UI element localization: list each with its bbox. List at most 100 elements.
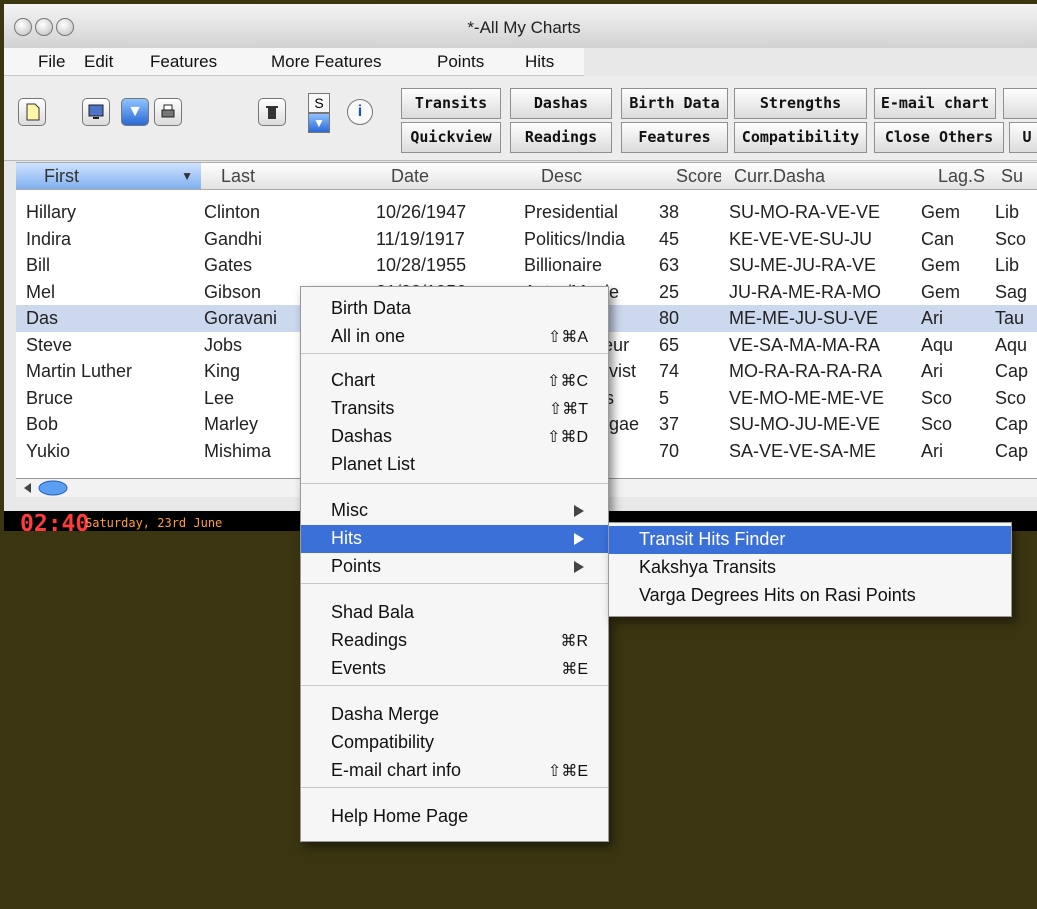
menu-item-chart[interactable]: Chart ⇧⌘C [301, 367, 608, 395]
column-header-first[interactable]: First ▼ [16, 163, 201, 189]
table-cell: Sco [921, 387, 953, 408]
menu-file[interactable]: File [38, 52, 65, 72]
table-cell: 70 [659, 440, 680, 461]
context-menu: Birth Data All in one ⇧⌘A Chart ⇧⌘C Transits ⇧… [300, 286, 609, 842]
table-cell: Ari [921, 440, 943, 461]
table-cell: 65 [659, 334, 680, 355]
menu-item-compatibility[interactable]: Compatibility [301, 729, 608, 757]
table-header: First ▼ Last Date Desc Score Curr.Dasha L… [16, 163, 1037, 190]
menu-item-birth-data[interactable]: Birth Data [301, 295, 608, 323]
table-cell: Clinton [204, 202, 261, 222]
menu-features[interactable]: Features [150, 52, 217, 72]
column-header-date[interactable]: Date [391, 163, 521, 189]
menu-item-label: Chart [331, 370, 376, 390]
close-others-button[interactable]: Close Others [874, 122, 1004, 153]
table-row[interactable]: Bill Gates 10/28/1955 Billionaire 63 SU-ME-JU… [16, 252, 1037, 279]
s-button[interactable]: S [308, 93, 330, 113]
menu-item-readings[interactable]: Readings ⌘R [301, 627, 608, 655]
menu-item-dashas[interactable]: Dashas ⇧⌘D [301, 423, 608, 451]
table-cell: MO-RA-RA-RA-RA [729, 361, 882, 381]
table-cell: Martin Luther [26, 361, 133, 381]
table-row[interactable]: Indira Gandhi 11/19/1917 Politics/India 45 KE… [16, 226, 1037, 253]
table-cell: ME-ME-JU-SU-VE [729, 308, 878, 328]
table-cell: SU-ME-JU-RA-VE [729, 255, 876, 275]
table-row[interactable]: Hillary Clinton 10/26/1947 Presidential 38 SU… [16, 199, 1037, 226]
column-header-su[interactable]: Su [1001, 163, 1037, 189]
table-cell: Gem [921, 255, 961, 275]
menu-item-email-chart-info[interactable]: E-mail chart info ⇧⌘E [301, 757, 608, 785]
column-header-curr-dasha[interactable]: Curr.Dasha [734, 163, 909, 189]
submenu-arrow-icon [574, 505, 584, 517]
date-display: Saturday, 23rd June [85, 516, 223, 530]
submenu-item-kakshya-transits[interactable]: Kakshya Transits [609, 554, 1011, 582]
toolbar: ▼ S ▼ i Transits Dashas Birth Data Stren… [4, 76, 1037, 161]
menu-edit[interactable]: Edit [84, 52, 113, 72]
toolbar-top-extra[interactable] [1003, 88, 1037, 119]
menu-item-events[interactable]: Events ⌘E [301, 655, 608, 683]
table-cell: Sco [995, 228, 1027, 249]
monitor-icon[interactable] [82, 98, 110, 126]
table-cell: Billionaire [524, 255, 603, 275]
dropdown-icon[interactable]: ▼ [121, 98, 149, 126]
table-cell: Sco [921, 414, 953, 434]
compatibility-button[interactable]: Compatibility [734, 122, 867, 153]
menu-bar: File Edit Features More Features Points … [4, 48, 584, 76]
menu-hits[interactable]: Hits [525, 52, 554, 72]
quickview-button[interactable]: Quickview [401, 122, 501, 153]
new-file-icon[interactable] [18, 98, 46, 126]
sort-dropdown-icon[interactable]: ▼ [308, 113, 330, 133]
printer-icon[interactable] [154, 98, 182, 126]
table-cell: Ari [921, 361, 943, 381]
column-header-last[interactable]: Last [221, 163, 381, 189]
clock-display: 02:40 [20, 511, 90, 531]
column-header-score[interactable]: Score [676, 163, 721, 189]
table-cell: 10/26/1947 [376, 202, 467, 222]
menu-item-shortcut: ⇧⌘C [547, 373, 588, 390]
table-cell: Cap [995, 361, 1029, 381]
menu-more-features[interactable]: More Features [271, 52, 382, 72]
toolbar-bottom-extra[interactable]: U [1009, 122, 1037, 153]
menu-item-misc[interactable]: Misc [301, 497, 608, 525]
menu-item-label: Points [331, 556, 382, 576]
table-cell: 38 [659, 202, 680, 222]
menu-separator [301, 583, 608, 584]
table-cell: VE-SA-MA-MA-RA [729, 334, 881, 355]
strengths-button[interactable]: Strengths [734, 88, 867, 119]
column-header-lag[interactable]: Lag.S [938, 163, 988, 189]
menu-item-points[interactable]: Points [301, 553, 608, 581]
table-cell: Aqu [921, 334, 954, 355]
table-cell: 74 [659, 361, 680, 381]
submenu-item-varga-degrees-hits[interactable]: Varga Degrees Hits on Rasi Points [609, 582, 1011, 610]
menu-item-hits[interactable]: Hits [301, 525, 608, 553]
features-button[interactable]: Features [621, 122, 728, 153]
table-cell: Mel [26, 281, 56, 302]
menu-item-dasha-merge[interactable]: Dasha Merge [301, 701, 608, 729]
column-header-desc[interactable]: Desc [541, 163, 651, 189]
menu-item-all-in-one[interactable]: All in one ⇧⌘A [301, 323, 608, 351]
menu-item-planet-list[interactable]: Planet List [301, 451, 608, 479]
readings-button[interactable]: Readings [510, 122, 612, 153]
birth-data-button[interactable]: Birth Data [621, 88, 728, 119]
table-cell: Gem [921, 281, 961, 302]
scroll-left-arrow-icon [24, 480, 68, 496]
hits-submenu: Transit Hits Finder Kakshya Transits Var… [608, 522, 1012, 617]
trash-icon[interactable] [258, 98, 286, 126]
table-cell: Can [921, 228, 955, 249]
menu-item-help-home-page[interactable]: Help Home Page [301, 803, 608, 831]
menu-item-shortcut: ⇧⌘T [548, 401, 588, 418]
menu-item-shad-bala[interactable]: Shad Bala [301, 599, 608, 627]
table-cell: JU-RA-ME-RA-MO [729, 281, 881, 302]
menu-item-label: Dashas [331, 426, 393, 446]
submenu-item-transit-hits-finder[interactable]: Transit Hits Finder [609, 526, 1011, 554]
menu-item-label: Dasha Merge [331, 704, 440, 724]
table-cell: Lib [995, 255, 1020, 275]
menu-item-transits[interactable]: Transits ⇧⌘T [301, 395, 608, 423]
email-chart-button[interactable]: E-mail chart [874, 88, 996, 119]
menu-item-label: All in one [331, 326, 406, 346]
dashas-button[interactable]: Dashas [510, 88, 612, 119]
menu-points[interactable]: Points [437, 52, 484, 72]
table-cell: SU-MO-RA-VE-VE [729, 202, 881, 222]
transits-button[interactable]: Transits [401, 88, 501, 119]
table-cell: 63 [659, 255, 680, 275]
info-icon[interactable]: i [347, 99, 373, 125]
